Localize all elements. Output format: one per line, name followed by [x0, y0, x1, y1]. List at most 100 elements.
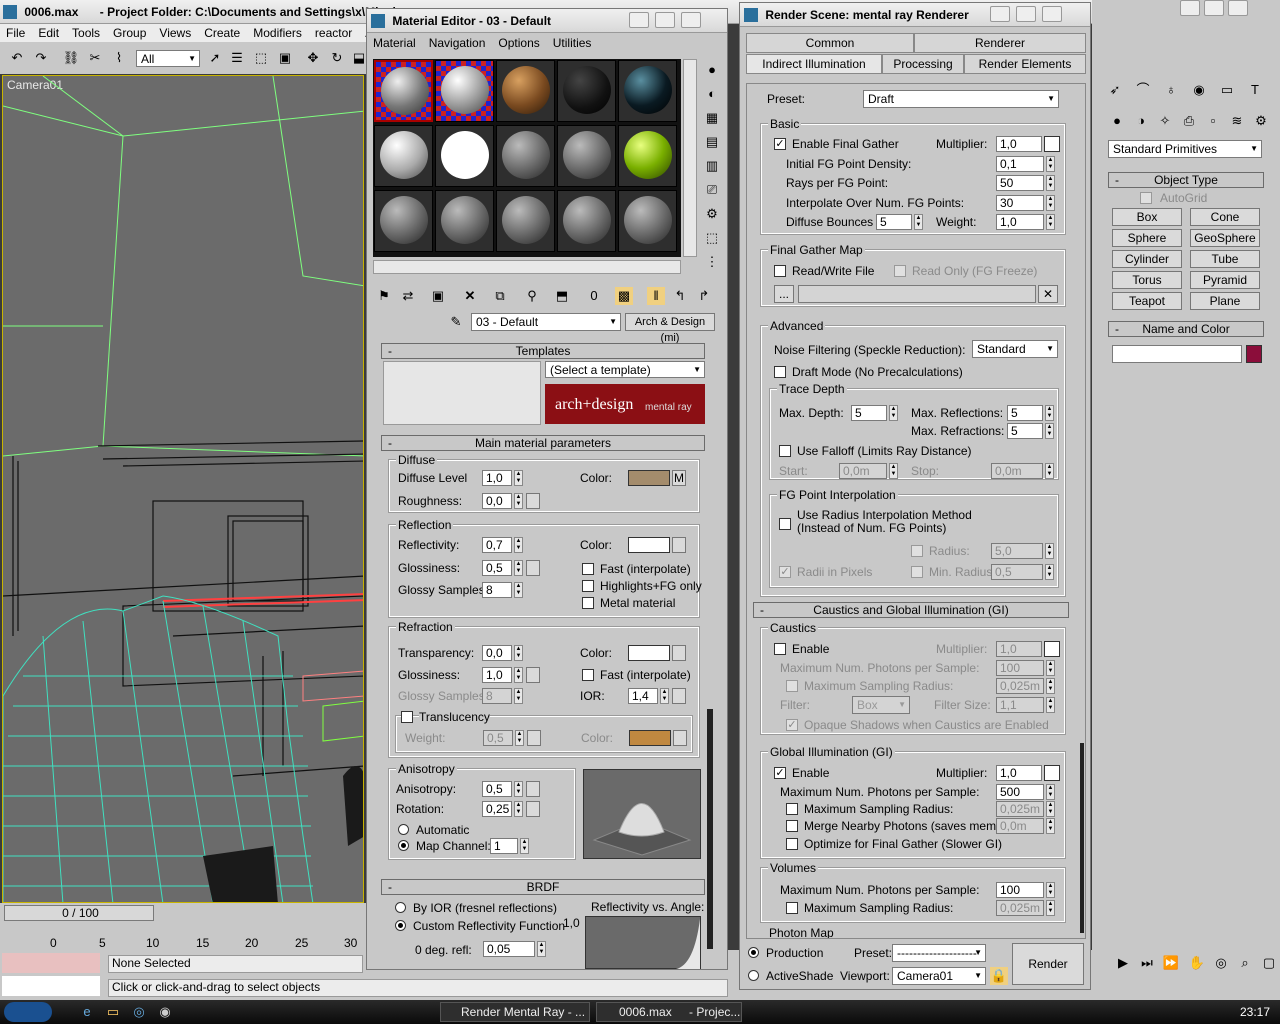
roughness-spinner[interactable]: ▲ ▼ — [514, 493, 523, 509]
gi-radius-spinner[interactable]: ▲ ▼ — [1046, 801, 1055, 817]
map-channel-input[interactable]: 1 — [490, 838, 518, 854]
optimize-fg-checkbox[interactable] — [786, 838, 798, 850]
sample-slot-3[interactable] — [496, 60, 555, 122]
quicklaunch-folder-icon[interactable]: ▭ — [104, 1003, 122, 1021]
caustics-gi-rollout-header[interactable]: - Caustics and Global Illumination (GI) — [753, 602, 1069, 618]
geosphere-button[interactable]: GeoSphere — [1190, 229, 1260, 247]
fg-map-file-input[interactable] — [798, 285, 1036, 303]
make-copy-icon[interactable]: ⧉ — [491, 287, 509, 305]
link-icon[interactable]: ⛓ — [62, 49, 80, 67]
sample-slot-14[interactable] — [557, 190, 616, 252]
main-params-rollout-header[interactable]: - Main material parameters — [381, 435, 705, 451]
rotation-spinner[interactable]: ▲ ▼ — [514, 801, 523, 817]
min-radius-input[interactable]: 0,5 — [991, 564, 1043, 580]
highlights-fg-checkbox[interactable] — [582, 580, 594, 592]
refl-samples-input[interactable]: 8 — [482, 582, 512, 598]
max-depth-input[interactable]: 5 — [851, 405, 887, 421]
anisotropy-spinner[interactable]: ▲ ▼ — [514, 781, 523, 797]
main-minimize-button[interactable] — [1180, 0, 1200, 16]
gi-photons-input[interactable]: 500 — [996, 784, 1044, 800]
tab-indirect-illumination[interactable]: Indirect Illumination — [746, 54, 882, 74]
sample-slot-5[interactable] — [618, 60, 677, 122]
hierarchy-tab-icon[interactable]: ♁ — [1162, 81, 1180, 99]
activeshade-radio[interactable] — [748, 970, 759, 981]
caustics-enable-checkbox[interactable] — [774, 643, 786, 655]
get-material-icon[interactable]: ⚑ — [375, 287, 393, 305]
fg-map-browse-button[interactable]: ... — [774, 285, 794, 303]
fg-rays-input[interactable]: 50 — [996, 175, 1044, 191]
caustics-radius-checkbox[interactable] — [786, 680, 798, 692]
volumes-photons-input[interactable]: 100 — [996, 882, 1044, 898]
custom-reflectivity-radio[interactable] — [395, 920, 406, 931]
caustics-photons-input[interactable]: 100 — [996, 660, 1044, 676]
map-channel-radio[interactable] — [398, 840, 409, 851]
taskbar-item-render[interactable]: Render Mental Ray - ... — [440, 1002, 590, 1022]
transparency-input[interactable]: 0,0 — [482, 645, 512, 661]
start-button[interactable] — [4, 1002, 52, 1022]
merge-photons-spinner[interactable]: ▲ ▼ — [1046, 818, 1055, 834]
merge-photons-checkbox[interactable] — [786, 820, 798, 832]
zoom-icon[interactable]: ⌕ — [1236, 954, 1254, 972]
volumes-photons-spinner[interactable]: ▲ ▼ — [1046, 882, 1055, 898]
max-reflections-spinner[interactable]: ▲ ▼ — [1045, 405, 1054, 421]
pyramid-button[interactable]: Pyramid — [1190, 271, 1260, 289]
min-radius-spinner[interactable]: ▲ ▼ — [1045, 564, 1054, 580]
quicklaunch-ie-icon[interactable]: e — [78, 1003, 96, 1021]
reset-map-icon[interactable]: ✕ — [461, 287, 479, 305]
gi-radius-checkbox[interactable] — [786, 803, 798, 815]
object-color-swatch[interactable] — [1246, 345, 1262, 363]
orbit-icon[interactable]: ◎ — [1212, 954, 1230, 972]
window-crossing-icon[interactable]: ▣ — [276, 49, 294, 67]
cameras-icon[interactable]: ⎙ — [1180, 112, 1198, 130]
deg0-input[interactable]: 0,05 — [483, 941, 535, 957]
caustics-multiplier-input[interactable]: 1,0 — [996, 641, 1042, 657]
metal-material-checkbox[interactable] — [582, 597, 594, 609]
production-radio[interactable] — [748, 947, 759, 958]
use-falloff-checkbox[interactable] — [779, 445, 791, 457]
helpers-icon[interactable]: ▫ — [1204, 112, 1222, 130]
refr-glossiness-spinner[interactable]: ▲ ▼ — [514, 667, 523, 683]
sample-slot-10[interactable] — [618, 125, 677, 187]
mat-menu-options[interactable]: Options — [498, 36, 539, 50]
max-refractions-input[interactable]: 5 — [1007, 423, 1043, 439]
fg-density-input[interactable]: 0,1 — [996, 156, 1044, 172]
render-button[interactable]: Render — [1012, 943, 1084, 985]
rotate-icon[interactable]: ↻ — [328, 49, 346, 67]
radius-checkbox[interactable] — [911, 545, 923, 557]
object-name-input[interactable] — [1112, 345, 1242, 363]
translucency-checkbox[interactable] — [401, 711, 413, 723]
assign-to-selection-icon[interactable]: ▣ — [429, 287, 447, 305]
quicklaunch-app-icon[interactable]: ◉ — [156, 1003, 174, 1021]
refraction-color-swatch[interactable] — [628, 645, 670, 661]
fg-weight-input[interactable]: 1,0 — [996, 214, 1044, 230]
gi-radius-input[interactable]: 0,025m — [996, 801, 1044, 817]
tab-processing[interactable]: Processing — [882, 54, 964, 74]
fg-map-clear-button[interactable]: ✕ — [1038, 285, 1058, 303]
menu-file[interactable]: File — [6, 26, 25, 40]
ior-map-button[interactable] — [672, 688, 686, 704]
modify-tab-icon[interactable]: ⌒ — [1134, 81, 1152, 99]
display-tab-icon[interactable]: ▭ — [1218, 81, 1236, 99]
refl-samples-spinner[interactable]: ▲ ▼ — [514, 582, 523, 598]
next-frame-icon[interactable]: ⏭ — [1138, 954, 1156, 972]
sample-slot-2[interactable] — [435, 60, 494, 122]
caustics-filter-size-input[interactable]: 1,1 — [996, 697, 1044, 713]
move-icon[interactable]: ✥ — [304, 49, 322, 67]
falloff-start-input[interactable]: 0,0m — [839, 463, 887, 479]
refraction-color-map-button[interactable] — [672, 645, 686, 661]
translucency-color-swatch[interactable] — [629, 730, 671, 746]
refr-glossiness-input[interactable]: 1,0 — [482, 667, 512, 683]
sample-slot-15[interactable] — [618, 190, 677, 252]
sample-slot-9[interactable] — [557, 125, 616, 187]
cylinder-button[interactable]: Cylinder — [1112, 250, 1182, 268]
tab-renderer[interactable]: Renderer — [914, 33, 1086, 53]
background-icon[interactable]: ▦ — [703, 109, 721, 127]
sample-slots-vscroll[interactable] — [683, 59, 697, 257]
material-type-button[interactable]: Arch & Design (mi) — [625, 313, 715, 344]
name-color-rollout-header[interactable]: - Name and Color — [1108, 321, 1264, 337]
selection-filter-dropdown[interactable]: All — [136, 50, 200, 67]
last-frame-icon[interactable]: ⏩ — [1162, 954, 1180, 972]
caustics-radius-spinner[interactable]: ▲ ▼ — [1046, 678, 1055, 694]
roughness-input[interactable]: 0,0 — [482, 493, 512, 509]
refr-samples-input[interactable]: 8 — [482, 688, 512, 704]
